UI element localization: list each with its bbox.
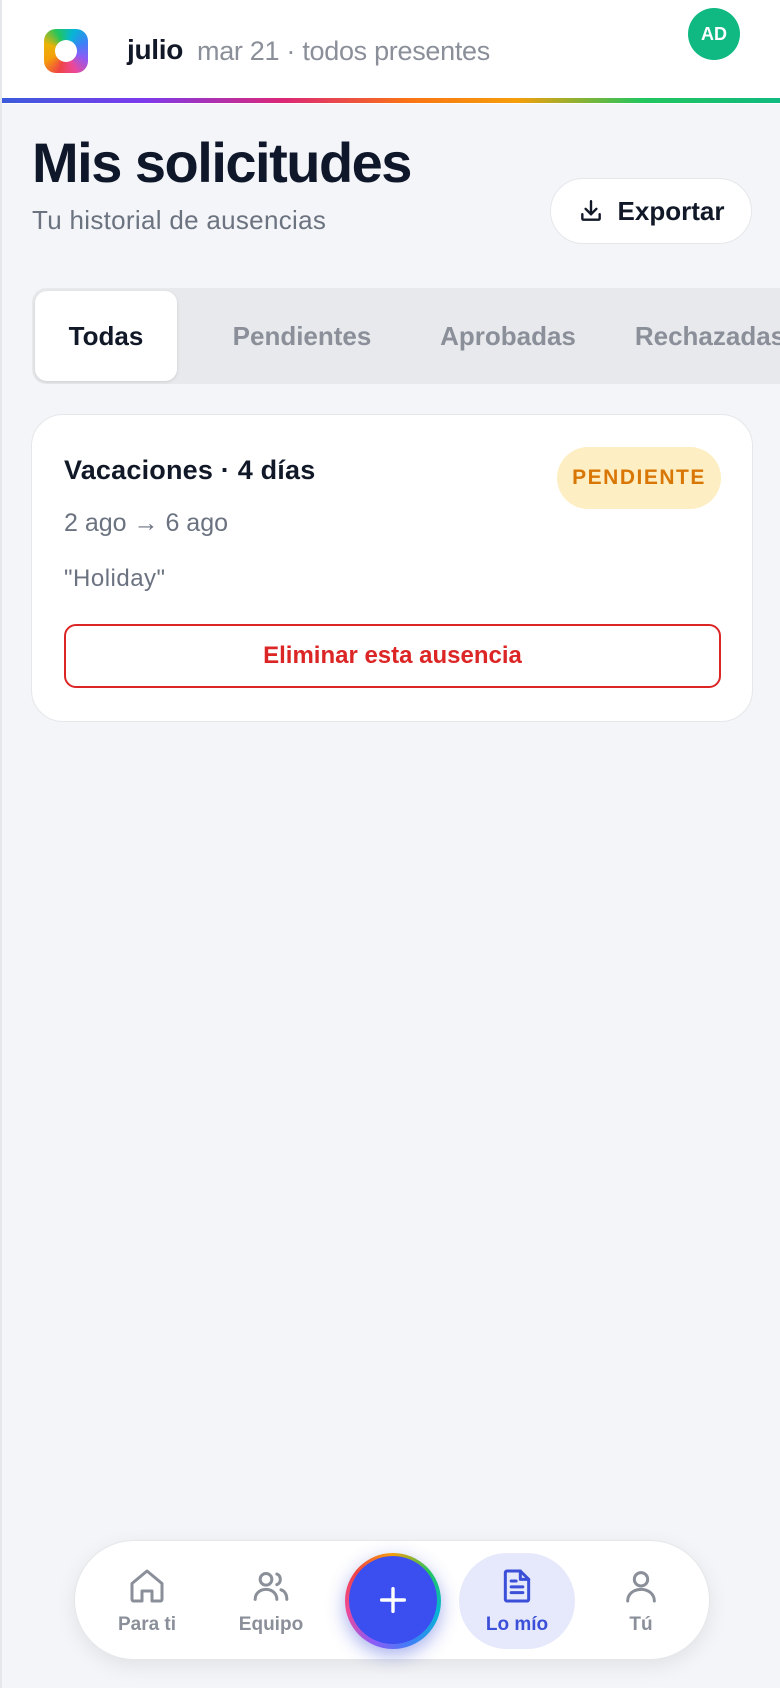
- nav-label: Lo mío: [485, 1614, 549, 1635]
- bottom-navigation: Para ti Equipo Lo mío Tú: [74, 1540, 710, 1660]
- nav-item-tu[interactable]: Tú: [583, 1553, 699, 1649]
- app-logo[interactable]: [44, 29, 88, 73]
- page-title: Mis solicitudes: [32, 131, 412, 194]
- request-title: Vacaciones · 4 días: [64, 455, 316, 485]
- rainbow-divider: [2, 98, 780, 103]
- nav-label: Tú: [629, 1614, 653, 1635]
- nav-item-para-ti[interactable]: Para ti: [89, 1553, 205, 1649]
- tab-pendientes[interactable]: Pendientes: [202, 291, 402, 381]
- status-tabs: Todas Pendientes Aprobadas Rechazadas: [32, 288, 780, 384]
- nav-label: Equipo: [238, 1614, 304, 1635]
- app-frame: julio mar 21 · todos presentes AD Mis so…: [0, 0, 780, 1688]
- avatar[interactable]: AD: [688, 8, 740, 60]
- export-label: Exportar: [617, 195, 725, 226]
- home-icon: [130, 1569, 164, 1603]
- request-dates: 2 ago → 6 ago: [64, 509, 229, 537]
- brand-name: julio: [127, 34, 184, 65]
- tab-rechazadas[interactable]: Rechazadas: [610, 291, 780, 381]
- document-icon: [503, 1569, 531, 1603]
- export-button[interactable]: Exportar: [550, 178, 752, 244]
- nav-label: Para ti: [117, 1614, 177, 1635]
- delete-request-button[interactable]: Eliminar esta ausencia: [64, 624, 721, 688]
- plus-icon: [379, 1586, 407, 1614]
- download-icon: [580, 200, 601, 221]
- tab-aprobadas[interactable]: Aprobadas: [410, 291, 606, 381]
- request-note: "Holiday": [64, 565, 166, 592]
- users-icon: [253, 1572, 289, 1601]
- top-bar: julio mar 21 · todos presentes AD: [2, 0, 780, 104]
- date-status-info: mar 21 · todos presentes: [197, 36, 490, 66]
- status-badge: PENDIENTE: [557, 447, 721, 509]
- add-request-button[interactable]: [345, 1553, 441, 1649]
- user-icon: [626, 1571, 656, 1603]
- nav-item-equipo[interactable]: Equipo: [213, 1553, 329, 1649]
- page-subtitle: Tu historial de ausencias: [32, 205, 327, 235]
- request-card: Vacaciones · 4 días PENDIENTE 2 ago → 6 …: [31, 414, 753, 722]
- nav-item-lo-mio[interactable]: Lo mío: [459, 1553, 575, 1649]
- tab-todas[interactable]: Todas: [35, 291, 177, 381]
